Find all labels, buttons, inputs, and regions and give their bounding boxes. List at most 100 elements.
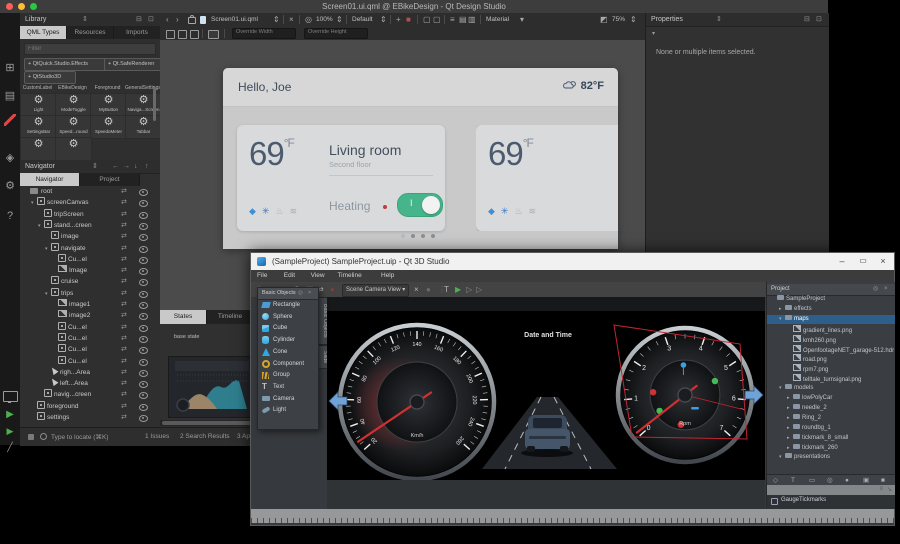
page-dot-4[interactable] <box>431 234 435 238</box>
library-item-speedometer[interactable]: ⚙SpeedoMeter <box>90 115 127 139</box>
edit-mode-icon[interactable]: ▤ <box>2 88 18 104</box>
project-item-Ring-2[interactable]: ▸Ring_2 <box>767 414 895 424</box>
navigator-item-Cu-el[interactable]: Cu...el⇄ <box>20 333 160 344</box>
visibility-eye-icon[interactable] <box>139 223 148 230</box>
output-pane-search-results[interactable]: 2 Search Results <box>180 433 230 440</box>
filter-icon[interactable]: ≡ <box>879 486 883 492</box>
minimize-button[interactable]: – <box>832 253 852 269</box>
override-height-field[interactable]: Override Height <box>304 28 368 39</box>
split-panel-icon[interactable]: ⊟ <box>136 13 142 26</box>
split-panel-icon[interactable]: ⊟ <box>804 13 810 26</box>
split-view-icon[interactable]: ▤ <box>459 13 467 27</box>
basic-object-cone[interactable]: Cone <box>258 346 318 358</box>
navigator-item-image2[interactable]: image2⇄ <box>20 310 160 321</box>
close-document-icon[interactable]: × <box>289 13 294 27</box>
kit-select[interactable]: Default <box>352 13 373 27</box>
export-icon[interactable]: ⇄ <box>121 254 127 265</box>
step-icon[interactable]: ▷ <box>466 282 472 297</box>
visibility-eye-icon[interactable] <box>139 279 148 286</box>
project-item-maps[interactable]: ▾maps <box>767 315 895 325</box>
export-icon[interactable]: ⇄ <box>121 243 127 254</box>
visibility-eye-icon[interactable] <box>139 246 148 253</box>
properties-collapse-icon[interactable]: ▾ <box>652 30 655 37</box>
visibility-eye-icon[interactable] <box>139 200 148 207</box>
back-icon[interactable]: ‹ <box>166 13 169 27</box>
qds-titlebar[interactable]: Screen01.ui.qml @ EBikeDesign - Qt Desig… <box>0 0 828 14</box>
line-tool-icon[interactable]: ╱ <box>2 439 18 455</box>
fan-icon[interactable]: ✳ <box>501 206 509 217</box>
navigator-item-screenCanvas[interactable]: ▾screenCanvas⇄ <box>20 197 160 208</box>
navigator-item-Cu-el[interactable]: Cu...el⇄ <box>20 344 160 355</box>
export-icon[interactable]: ⇄ <box>121 186 127 197</box>
visibility-eye-icon[interactable] <box>139 392 148 399</box>
shrink-icon[interactable]: ↘ <box>887 486 892 493</box>
library-item[interactable]: ⚙ <box>20 137 57 160</box>
basic-object-cylinder[interactable]: Cylinder <box>258 334 318 346</box>
dropdown-icon[interactable]: ▾ <box>520 13 524 27</box>
zoom-level-select[interactable]: 100% <box>316 13 333 27</box>
updown-icon[interactable]: ⇕ <box>630 13 637 27</box>
visibility-eye-icon[interactable] <box>139 359 148 366</box>
zoom-icon[interactable]: ◎ <box>305 13 312 27</box>
timeline-object-row[interactable]: GaugeTickmarks <box>767 495 895 505</box>
export-icon[interactable]: ⇄ <box>121 412 127 423</box>
export-icon[interactable]: ⇄ <box>121 401 127 412</box>
updown-icon[interactable]: ⇕ <box>273 13 280 27</box>
project-item-needle-2[interactable]: ▸needle_2 <box>767 404 895 414</box>
page-dot-1[interactable] <box>401 234 405 238</box>
export-icon[interactable]: ⇄ <box>121 356 127 367</box>
tab-navigator[interactable]: Navigator <box>20 173 80 186</box>
navigator-item-navig-creen[interactable]: navig...creen⇄ <box>20 389 160 400</box>
project-item-SampleProject[interactable]: SampleProject <box>767 295 895 305</box>
tab-states[interactable]: States <box>160 310 207 324</box>
navigator-item-Cu-el[interactable]: Cu...el⇄ <box>20 356 160 367</box>
navigator-item-Cu-el[interactable]: Cu...el⇄ <box>20 322 160 333</box>
camera-view-select[interactable]: Scene Camera View ▾ <box>342 284 409 297</box>
material-select[interactable]: Material <box>486 13 509 27</box>
timeline-panel-header[interactable]: ≡ ↘ <box>767 485 895 495</box>
navigator-item-left-Area[interactable]: left...Area⇄ <box>20 378 160 389</box>
page-dot-3[interactable] <box>421 234 425 238</box>
waves-icon[interactable]: ≋ <box>529 206 537 217</box>
export-icon[interactable]: ⇄ <box>121 344 127 355</box>
canvas-zoom-select[interactable]: 75% <box>612 13 625 27</box>
tab-timeline[interactable]: Timeline <box>207 310 254 324</box>
project-item-kmh260-png[interactable]: kmh260.png <box>767 335 895 345</box>
project-item-effects[interactable]: ▸effects <box>767 305 895 315</box>
navigator-item-stand-creen[interactable]: ▾stand...creen⇄ <box>20 220 160 231</box>
navigator-item-image1[interactable]: image1⇄ <box>20 299 160 310</box>
autokey-icon[interactable]: ● <box>330 282 335 297</box>
library-item-modetoggle[interactable]: ⚙ModeToggle <box>55 93 92 117</box>
visibility-eye-icon[interactable] <box>139 268 148 275</box>
fast-forward-icon[interactable]: ▷ <box>476 282 482 297</box>
import-button-qtstudio3d[interactable]: + QtStudio3D <box>24 71 76 84</box>
visibility-eye-icon[interactable] <box>139 212 148 219</box>
live-preview-icon[interactable]: ■ <box>406 13 411 27</box>
help-mode-icon[interactable]: ? <box>2 208 18 224</box>
menu-help[interactable]: Help <box>381 270 394 282</box>
visibility-eye-icon[interactable] <box>139 415 148 422</box>
fan-icon[interactable]: ✳ <box>262 206 270 217</box>
navigator-item-Image[interactable]: Image⇄ <box>20 265 160 276</box>
panel-updown-icon[interactable]: ⇕ <box>92 160 98 173</box>
vapor-icon[interactable]: ♨ <box>275 206 283 217</box>
menu-file[interactable]: File <box>257 270 267 282</box>
detach-panel-icon[interactable]: ⊡ <box>816 13 822 26</box>
project-item-models[interactable]: ▾models <box>767 384 895 394</box>
heating-toggle[interactable]: I <box>397 193 443 217</box>
maximize-button[interactable]: ▭ <box>853 253 873 269</box>
align-left-icon[interactable] <box>166 30 175 39</box>
export-icon[interactable]: ⇄ <box>121 265 127 276</box>
export-icon[interactable]: ⇄ <box>121 209 127 220</box>
navigator-item-trips[interactable]: ▾trips⇄ <box>20 288 160 299</box>
project-item-rpm7-png[interactable]: rpm7.png <box>767 364 895 374</box>
move-down-icon[interactable]: ↓ <box>134 160 138 173</box>
fit-selected-icon[interactable]: × <box>414 282 419 297</box>
library-filter-input[interactable] <box>24 43 156 55</box>
menu-timeline[interactable]: Timeline <box>337 270 361 282</box>
navigator-item-cruise[interactable]: cruise⇄ <box>20 276 160 287</box>
tab-project[interactable]: Project <box>80 173 140 186</box>
page-dot-2[interactable] <box>411 234 415 238</box>
vapor-icon[interactable]: ♨ <box>514 206 522 217</box>
project-item-tickmark-260[interactable]: ▸tickmark_260 <box>767 444 895 454</box>
